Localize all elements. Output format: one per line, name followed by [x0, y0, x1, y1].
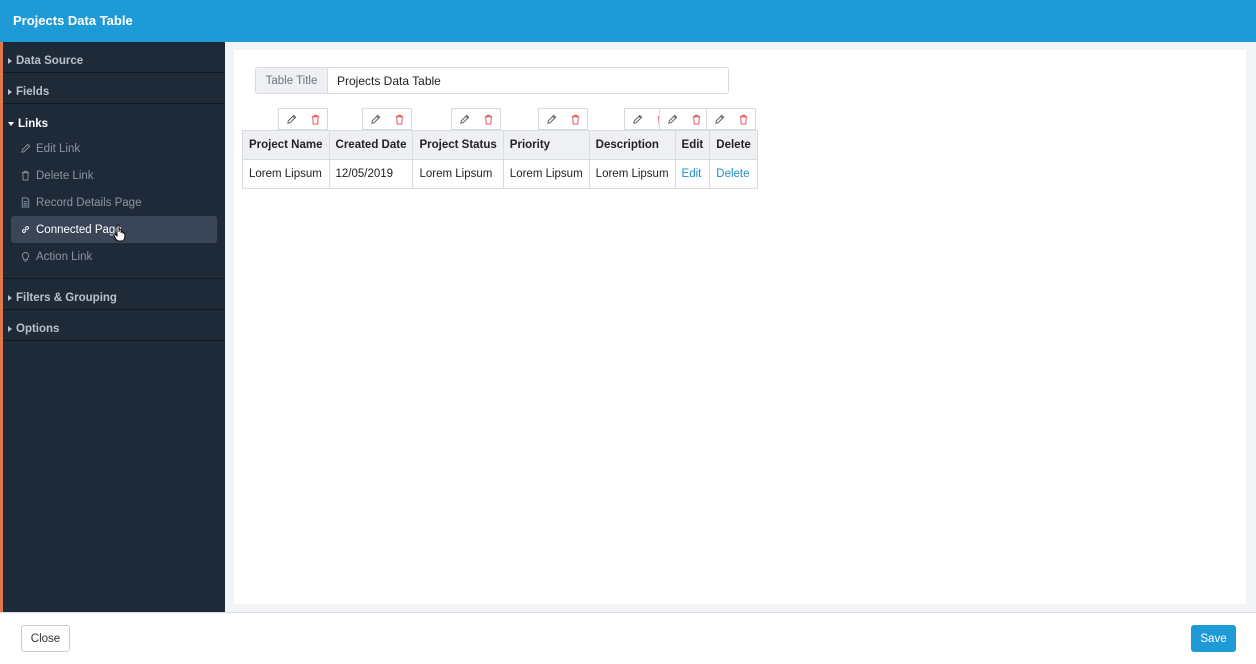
- footer-bar: Close Save: [0, 612, 1256, 664]
- document-icon: [21, 197, 30, 208]
- delete-column-button[interactable]: [731, 109, 755, 129]
- link-icon: [22, 226, 29, 233]
- trash-icon: [395, 114, 403, 125]
- section-label: Fields: [16, 86, 50, 98]
- table-header-row: Project Name Created Date Project Status Pr…: [242, 130, 758, 160]
- table-cell: Lorem Lipsum: [412, 159, 504, 189]
- sidebar: Data Source Fields Links Edit Link Delet…: [0, 42, 225, 612]
- column-header: Priority: [502, 130, 590, 160]
- sidebar-item-label: Action Link: [36, 250, 93, 263]
- column-tools: [706, 108, 756, 130]
- data-table: Project Name Created Date Project Status Pr…: [242, 130, 758, 189]
- edit-column-button[interactable]: [660, 109, 684, 129]
- column-tools: [659, 108, 709, 130]
- caret-right-icon: [8, 326, 12, 332]
- trash-icon: [311, 114, 319, 125]
- section-label: Filters & Grouping: [16, 292, 117, 304]
- trash-icon: [692, 114, 700, 125]
- pencil-icon: [667, 114, 677, 124]
- delete-column-button[interactable]: [684, 109, 708, 129]
- edit-column-button[interactable]: [279, 109, 303, 129]
- table-row: Lorem Lipsum 12/05/2019 Lorem Lipsum Lorem …: [242, 159, 758, 189]
- delete-column-button[interactable]: [387, 109, 411, 129]
- sidebar-item-edit-link[interactable]: Edit Link: [11, 135, 217, 162]
- sidebar-item-delete-link[interactable]: Delete Link: [11, 162, 217, 189]
- column-header: Created Date: [328, 130, 414, 160]
- column-header: Project Status: [412, 130, 504, 160]
- table-cell: Lorem Lipsum: [502, 159, 590, 189]
- caret-down-icon: [8, 121, 14, 126]
- trash-icon: [571, 114, 579, 125]
- section-links[interactable]: Links: [3, 104, 225, 135]
- column-header: Description: [588, 130, 676, 160]
- edit-column-button[interactable]: [625, 109, 649, 129]
- table-cell: 12/05/2019: [328, 159, 414, 189]
- sidebar-item-label: Edit Link: [36, 142, 81, 155]
- section-fields[interactable]: Fields: [3, 73, 225, 104]
- close-button[interactable]: Close: [21, 625, 70, 652]
- delete-link[interactable]: Delete: [709, 159, 758, 189]
- section-label: Data Source: [16, 55, 84, 67]
- edit-link[interactable]: Edit: [674, 159, 711, 189]
- sidebar-item-label: Delete Link: [36, 169, 94, 182]
- column-header: Project Name: [242, 130, 330, 160]
- main-area: Table Title Project NameCreated DateProj…: [225, 42, 1256, 612]
- edit-column-button[interactable]: [363, 109, 387, 129]
- delete-column-button[interactable]: [563, 109, 587, 129]
- trash-icon: [21, 170, 30, 181]
- sidebar-item-label: Connected Page: [36, 223, 122, 236]
- column-tools: [278, 108, 328, 130]
- table-cell: Lorem Lipsum: [242, 159, 330, 189]
- edit-column-button[interactable]: [452, 109, 476, 129]
- table-body: Lorem Lipsum 12/05/2019 Lorem Lipsum Lorem …: [242, 159, 758, 189]
- caret-right-icon: [8, 295, 12, 301]
- column-tools: [362, 108, 412, 130]
- table-cell: Lorem Lipsum: [588, 159, 676, 189]
- hand-cursor-icon: [113, 224, 126, 242]
- pencil-icon: [370, 114, 380, 124]
- pencil-icon: [632, 114, 642, 124]
- edit-column-button[interactable]: [707, 109, 731, 129]
- pencil-icon: [459, 114, 469, 124]
- pencil-icon: [286, 114, 296, 124]
- section-options[interactable]: Options: [3, 310, 225, 341]
- caret-right-icon: [8, 89, 12, 95]
- delete-column-button[interactable]: [303, 109, 327, 129]
- caret-right-icon: [8, 58, 12, 64]
- column-tools: [538, 108, 588, 130]
- pencil-icon: [21, 143, 31, 153]
- pencil-icon: [546, 114, 556, 124]
- sidebar-item-label: Record Details Page: [36, 196, 142, 209]
- table-title-label: Table Title: [256, 68, 328, 93]
- lightbulb-icon: [21, 252, 30, 262]
- edit-column-button[interactable]: [539, 109, 563, 129]
- column-header: Edit: [674, 130, 711, 160]
- section-label: Options: [16, 323, 60, 335]
- pencil-icon: [714, 114, 724, 124]
- table-title-group: Table Title: [255, 67, 729, 94]
- links-section: Links Edit Link Delete Link Record Detai…: [3, 104, 225, 279]
- section-label: Links: [18, 117, 49, 130]
- sidebar-item-record-details-page[interactable]: Record Details Page: [11, 189, 217, 216]
- sidebar-item-action-link[interactable]: Action Link: [11, 243, 217, 270]
- column-tools: [451, 108, 501, 130]
- content-panel: Table Title Project NameCreated DateProj…: [234, 50, 1246, 604]
- section-data-source[interactable]: Data Source: [3, 42, 225, 73]
- section-filters-grouping[interactable]: Filters & Grouping: [3, 279, 225, 310]
- trash-icon: [484, 114, 492, 125]
- trash-icon: [739, 114, 747, 125]
- table-title-input[interactable]: [328, 68, 728, 93]
- window-title: Projects Data Table: [0, 0, 1256, 42]
- column-header: Delete: [709, 130, 758, 160]
- delete-column-button[interactable]: [476, 109, 500, 129]
- save-button[interactable]: Save: [1191, 625, 1236, 652]
